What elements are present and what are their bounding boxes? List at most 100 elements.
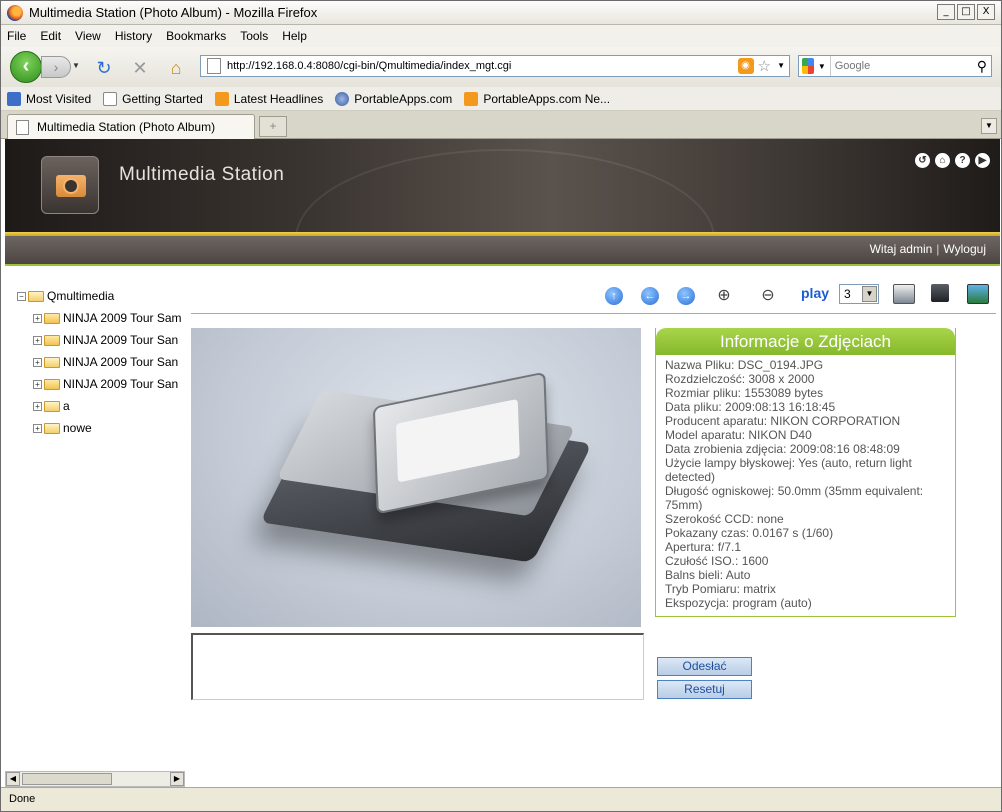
tree-item[interactable]: + nowe bbox=[17, 417, 185, 439]
tree-root[interactable]: − Qmultimedia bbox=[17, 287, 187, 305]
info-line: Data zrobienia zdjęcia: 2009:08:16 08:48… bbox=[665, 442, 900, 456]
scroll-left-icon[interactable]: ◀ bbox=[6, 772, 20, 786]
home-circle-icon[interactable]: ⌂ bbox=[935, 153, 950, 168]
play-button[interactable]: play bbox=[801, 285, 829, 301]
save-icon[interactable] bbox=[931, 284, 949, 302]
folder-icon bbox=[44, 334, 60, 346]
bookmark-latest-headlines[interactable]: Latest Headlines bbox=[214, 91, 323, 106]
info-line: Tryb Pomiaru: matrix bbox=[665, 582, 776, 596]
menu-tools[interactable]: Tools bbox=[240, 29, 268, 43]
tab-bar: Multimedia Station (Photo Album) + ▼ bbox=[1, 111, 1001, 139]
user-bar: Witaj admin | Wyloguj bbox=[5, 236, 1000, 264]
back-circle-icon[interactable]: ↺ bbox=[915, 153, 930, 168]
bookmark-portableapps-news[interactable]: PortableApps.com Ne... bbox=[464, 91, 610, 106]
previous-arrow-icon[interactable]: ← bbox=[641, 287, 659, 305]
bookmark-most-visited[interactable]: Most Visited bbox=[7, 91, 91, 106]
chevron-down-icon[interactable]: ▼ bbox=[862, 286, 877, 302]
google-icon[interactable] bbox=[802, 58, 814, 74]
help-circle-icon[interactable]: ? bbox=[955, 153, 970, 168]
folder-tree: − Qmultimedia + NINJA 2009 Tour Sam + NINJ… bbox=[17, 287, 187, 439]
collapse-icon[interactable]: − bbox=[17, 291, 26, 301]
minimize-button[interactable]: _ bbox=[937, 4, 955, 20]
search-box: ▼ ⚲ bbox=[798, 55, 992, 77]
info-line: Producent aparatu: NIKON CORPORATION bbox=[665, 414, 901, 428]
stop-icon[interactable]: ✕ bbox=[129, 57, 151, 79]
menu-view[interactable]: View bbox=[75, 29, 101, 43]
reset-button[interactable]: Resetuj bbox=[657, 680, 752, 699]
expand-icon[interactable]: + bbox=[33, 335, 42, 345]
history-dropdown-icon[interactable]: ▼ bbox=[72, 61, 80, 70]
bookmark-portableapps[interactable]: PortableApps.com bbox=[335, 91, 452, 106]
tree-item[interactable]: + NINJA 2009 Tour Sam bbox=[17, 307, 185, 329]
info-line: Czułość ISO.: 1600 bbox=[665, 554, 769, 568]
tab-list-dropdown-icon[interactable]: ▼ bbox=[981, 118, 997, 134]
search-icon[interactable]: ⚲ bbox=[977, 58, 987, 75]
expand-icon[interactable]: + bbox=[33, 401, 42, 411]
interval-value: 3 bbox=[844, 287, 851, 301]
forward-button[interactable]: › bbox=[41, 56, 71, 78]
new-tab-button[interactable]: + bbox=[259, 116, 287, 137]
folder-icon bbox=[44, 378, 60, 390]
search-engine-dropdown-icon[interactable]: ▼ bbox=[818, 62, 826, 71]
rss-icon[interactable]: ◉ bbox=[737, 58, 754, 74]
zoom-in-icon[interactable]: ⊕ bbox=[713, 286, 735, 306]
photo-preview[interactable] bbox=[191, 328, 641, 627]
tree-item-label[interactable]: NINJA 2009 Tour San bbox=[63, 333, 178, 347]
info-panel-title: Informacje o Zdjęciach bbox=[656, 328, 955, 355]
page-icon bbox=[16, 119, 29, 135]
tree-item[interactable]: + NINJA 2009 Tour San bbox=[17, 329, 185, 351]
info-line: Rozdzielczość: 3008 x 2000 bbox=[665, 372, 815, 386]
back-button[interactable]: ‹ bbox=[10, 51, 42, 83]
menu-history[interactable]: History bbox=[115, 29, 152, 43]
tree-item-label[interactable]: nowe bbox=[63, 421, 92, 435]
close-button[interactable]: X bbox=[977, 4, 995, 20]
home-icon[interactable]: ⌂ bbox=[165, 57, 187, 79]
scrollbar-thumb[interactable] bbox=[22, 773, 112, 785]
menu-file[interactable]: File bbox=[7, 29, 26, 43]
expand-icon[interactable]: + bbox=[33, 379, 42, 389]
menu-help[interactable]: Help bbox=[282, 29, 307, 43]
search-input[interactable] bbox=[829, 56, 977, 76]
print-icon[interactable] bbox=[893, 284, 915, 304]
tree-item-label[interactable]: NINJA 2009 Tour Sam bbox=[63, 311, 182, 325]
comment-textarea[interactable] bbox=[191, 633, 644, 700]
camera-logo-icon bbox=[41, 156, 99, 214]
bookmark-star-icon[interactable]: ☆ bbox=[758, 57, 771, 75]
expand-icon[interactable]: + bbox=[33, 357, 42, 367]
rss-icon bbox=[464, 91, 479, 106]
tree-item-label[interactable]: NINJA 2009 Tour San bbox=[63, 377, 178, 391]
zoom-out-icon[interactable]: ⊖ bbox=[757, 286, 779, 306]
menu-bookmarks[interactable]: Bookmarks bbox=[166, 29, 226, 43]
expand-icon[interactable]: + bbox=[33, 423, 42, 433]
slideshow-window-icon[interactable] bbox=[967, 284, 989, 304]
submit-button[interactable]: Odesłać bbox=[657, 657, 752, 676]
logout-link[interactable]: Wyloguj bbox=[943, 242, 986, 256]
tree-item-label[interactable]: a bbox=[63, 399, 70, 413]
tab-multimedia-station[interactable]: Multimedia Station (Photo Album) bbox=[7, 114, 255, 139]
tree-root-label[interactable]: Qmultimedia bbox=[47, 289, 114, 303]
info-line: Szerokość CCD: none bbox=[665, 512, 784, 526]
tree-item[interactable]: + NINJA 2009 Tour San bbox=[17, 373, 185, 395]
status-bar: Done bbox=[1, 787, 1001, 811]
tree-item-label[interactable]: NINJA 2009 Tour San bbox=[63, 355, 178, 369]
up-arrow-icon[interactable]: ↑ bbox=[605, 287, 623, 305]
url-dropdown-icon[interactable]: ▼ bbox=[777, 61, 785, 70]
info-line: Apertura: f/7.1 bbox=[665, 540, 742, 554]
slideshow-interval-select[interactable]: 3 ▼ bbox=[839, 284, 879, 304]
url-text[interactable]: http://192.168.0.4:8080/cgi-bin/Qmultime… bbox=[227, 60, 738, 72]
next-circle-icon[interactable]: ▶ bbox=[975, 153, 990, 168]
reload-icon[interactable]: ↻ bbox=[93, 57, 115, 79]
scroll-right-icon[interactable]: ▶ bbox=[170, 772, 184, 786]
info-line: Model aparatu: NIKON D40 bbox=[665, 428, 812, 442]
tree-horizontal-scrollbar[interactable]: ◀ ▶ bbox=[5, 771, 185, 787]
next-arrow-icon[interactable]: → bbox=[677, 287, 695, 305]
expand-icon[interactable]: + bbox=[33, 313, 42, 323]
bookmark-getting-started[interactable]: Getting Started bbox=[103, 91, 203, 106]
maximize-button[interactable]: □ bbox=[957, 4, 975, 20]
tree-item[interactable]: + NINJA 2009 Tour San bbox=[17, 351, 185, 373]
tree-item[interactable]: + a bbox=[17, 395, 185, 417]
menu-edit[interactable]: Edit bbox=[40, 29, 61, 43]
info-line: Nazwa Pliku: DSC_0194.JPG bbox=[665, 358, 824, 372]
address-bar[interactable]: http://192.168.0.4:8080/cgi-bin/Qmultime… bbox=[200, 55, 790, 77]
toolbar-divider bbox=[191, 313, 996, 314]
